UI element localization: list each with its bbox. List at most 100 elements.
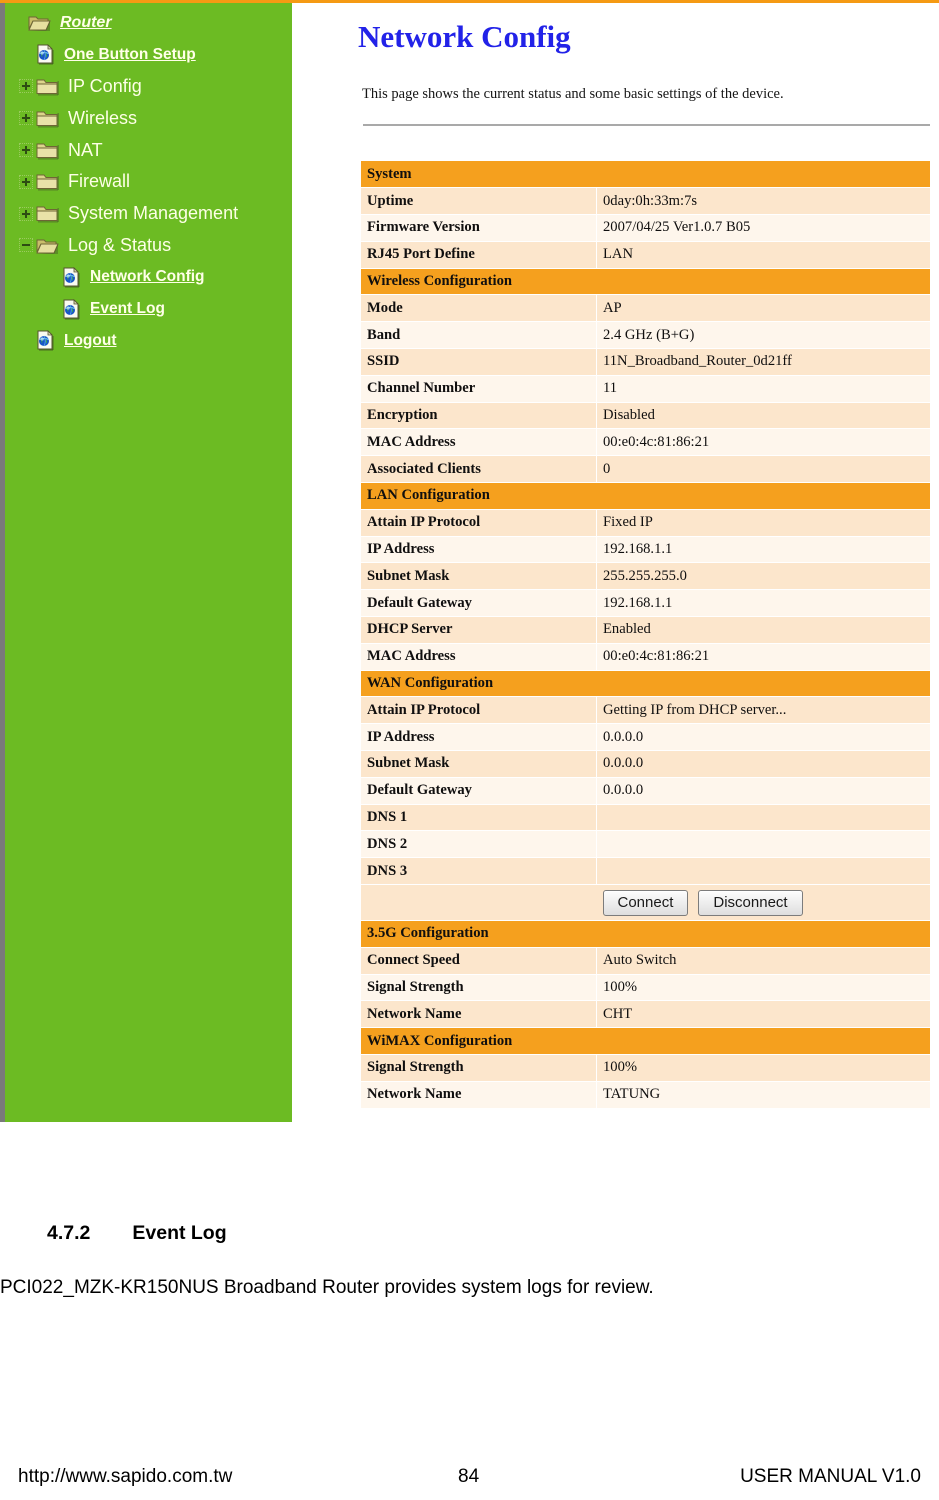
row-key: Mode <box>361 294 597 323</box>
row-value: 11 <box>596 375 930 403</box>
table-row: Network Name TATUNG <box>361 1081 930 1109</box>
row-value: 100% <box>596 1054 930 1082</box>
sidebar-item-label: Router <box>60 13 112 31</box>
table-row: Associated Clients 0 <box>361 455 930 484</box>
table-row: IP Address 192.168.1.1 <box>361 536 930 564</box>
table-row: Firmware Version 2007/04/25 Ver1.0.7 B05 <box>361 214 930 242</box>
router-web-ui-screenshot: Router One Button Setup IP Config Wireless N… <box>0 0 939 1124</box>
sidebar-item-ip-config[interactable]: IP Config <box>5 71 292 103</box>
table-section-header: Wireless Configuration <box>361 268 930 296</box>
table-row: Encryption Disabled <box>361 402 930 430</box>
row-value: 0.0.0.0 <box>596 777 930 805</box>
closed-folder-icon <box>36 111 59 128</box>
row-value: Getting IP from DHCP server... <box>596 696 930 725</box>
closed-folder-icon <box>36 79 59 96</box>
table-section-header: 3.5G Configuration <box>361 920 930 948</box>
row-value <box>596 804 930 832</box>
row-value: 2007/04/25 Ver1.0.7 B05 <box>596 214 930 242</box>
row-value: 192.168.1.1 <box>596 589 930 618</box>
row-value: Auto Switch <box>596 947 930 975</box>
connect-button[interactable]: Connect <box>602 889 689 916</box>
row-key: Subnet Mask <box>361 562 597 591</box>
sidebar-item-router[interactable]: Router <box>5 7 292 39</box>
tree-expand-icon[interactable] <box>19 79 33 94</box>
tree-expand-icon[interactable] <box>19 174 33 189</box>
sidebar-item-event-log[interactable]: Event Log <box>5 293 292 325</box>
sidebar-item-label: One Button Setup <box>64 45 196 63</box>
row-value: 2.4 GHz (B+G) <box>596 321 930 350</box>
row-value: 0.0.0.0 <box>596 723 930 752</box>
tree-expand-icon[interactable] <box>19 111 33 126</box>
table-row: Mode AP <box>361 294 930 323</box>
sidebar-item-one-button-setup[interactable]: One Button Setup <box>5 39 292 71</box>
tree-expand-icon[interactable] <box>19 143 33 158</box>
table-row: Signal Strength 100% <box>361 974 930 1002</box>
row-value <box>596 857 930 886</box>
table-section-header: System <box>361 161 930 189</box>
sidebar-item-firewall[interactable]: Firewall <box>5 166 292 198</box>
table-row: SSID 11N_Broadband_Router_0d21ff <box>361 348 930 376</box>
row-value: 0day:0h:33m:7s <box>596 187 930 216</box>
title-divider-rule <box>363 124 930 126</box>
row-key: Encryption <box>361 402 597 430</box>
sidebar-item-network-config[interactable]: Network Config <box>5 261 292 293</box>
table-row: Connect Speed Auto Switch <box>361 947 930 975</box>
row-key: Uptime <box>361 187 597 216</box>
tree-collapse-icon[interactable] <box>19 238 33 253</box>
row-key: IP Address <box>361 536 597 564</box>
row-value: CHT <box>596 1000 930 1029</box>
sidebar-item-label: IP Config <box>68 75 142 96</box>
row-value: AP <box>596 294 930 323</box>
open-folder-icon <box>28 16 51 32</box>
row-value: Fixed IP <box>596 509 930 537</box>
doc-section-number: 4.7.2 <box>47 1222 91 1244</box>
row-key: MAC Address <box>361 428 597 457</box>
row-key: Band <box>361 321 597 350</box>
footer-url[interactable]: http://www.sapido.com.tw <box>18 1466 232 1488</box>
doc-section-heading: 4.7.2 Event Log <box>47 1222 227 1245</box>
sidebar-item-logout[interactable]: Logout <box>5 325 292 357</box>
table-row: DNS 2 <box>361 830 930 859</box>
sidebar-item-nat[interactable]: NAT <box>5 134 292 166</box>
sidebar-item-log-status[interactable]: Log & Status <box>5 230 292 262</box>
closed-folder-icon <box>36 206 59 223</box>
table-row: RJ45 Port Define LAN <box>361 241 930 269</box>
table-row: Band 2.4 GHz (B+G) <box>361 321 930 350</box>
doc-section-title: Event Log <box>132 1222 227 1244</box>
button-row-spacer <box>361 884 597 922</box>
sidebar-item-label: Firewall <box>68 171 131 192</box>
table-row: DHCP Server Enabled <box>361 616 930 644</box>
page-globe-icon <box>63 266 80 288</box>
row-key: DNS 1 <box>361 804 597 832</box>
section-header-label: 3.5G Configuration <box>361 920 930 948</box>
table-row: Subnet Mask 0.0.0.0 <box>361 750 930 778</box>
closed-folder-icon <box>36 174 59 191</box>
page-globe-icon <box>37 330 54 352</box>
table-row: MAC Address 00:e0:4c:81:86:21 <box>361 428 930 457</box>
row-value: 11N_Broadband_Router_0d21ff <box>596 348 930 376</box>
section-header-label: LAN Configuration <box>361 482 930 510</box>
table-row: Uptime 0day:0h:33m:7s <box>361 187 930 216</box>
row-key: RJ45 Port Define <box>361 241 597 269</box>
row-key: Connect Speed <box>361 947 597 975</box>
sidebar-item-label: Logout <box>64 331 117 349</box>
row-key: Attain IP Protocol <box>361 696 597 725</box>
row-key: DNS 2 <box>361 830 597 859</box>
tree-expand-icon[interactable] <box>19 206 33 221</box>
row-key: Signal Strength <box>361 974 597 1002</box>
sidebar-item-system-management[interactable]: System Management <box>5 198 292 230</box>
row-key: Channel Number <box>361 375 597 403</box>
sidebar-item-wireless[interactable]: Wireless <box>5 102 292 134</box>
page-title: Network Config <box>358 19 571 54</box>
row-value: 0 <box>596 455 930 484</box>
row-key: Firmware Version <box>361 214 597 242</box>
disconnect-button[interactable]: Disconnect <box>698 889 803 916</box>
row-value: 0.0.0.0 <box>596 750 930 778</box>
footer-manual-version: USER MANUAL V1.0 <box>740 1466 921 1487</box>
sidebar-nav-tree: Router One Button Setup IP Config Wireless N… <box>0 3 292 1122</box>
open-folder-icon <box>36 239 59 254</box>
table-section-header: LAN Configuration <box>361 482 930 510</box>
row-key: Network Name <box>361 1000 597 1029</box>
